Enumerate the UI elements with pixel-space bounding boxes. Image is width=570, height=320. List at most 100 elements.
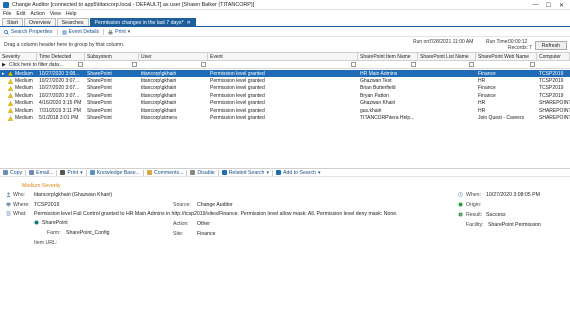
table-cell: SharePoint [87, 85, 112, 92]
table-cell [418, 114, 476, 121]
table-row[interactable]: Medium 7/31/2019 3:11 PM SharePoint titanco… [0, 107, 570, 114]
event-details-button[interactable]: Event Details [62, 29, 99, 35]
filter-button[interactable] [78, 62, 83, 67]
tab-permission-changes[interactable]: Permission changes in the last 7 days* ✕ [89, 18, 196, 26]
window-title: Change Auditor [connected to app5\titanc… [12, 1, 255, 8]
minimize-button[interactable]: — [529, 0, 542, 10]
action-value: Other [197, 221, 210, 227]
when-label: When: [466, 192, 481, 198]
table-cell: SharePoint [87, 92, 112, 99]
maximize-button[interactable]: ☐ [542, 0, 555, 10]
filter-button[interactable] [132, 62, 137, 67]
close-button[interactable]: ✕ [555, 0, 568, 10]
severity-text: Medium [15, 85, 33, 92]
detail-toolbar-label: Email... [36, 169, 54, 176]
filter-button[interactable] [411, 62, 416, 67]
search-properties-label: Search Properties [11, 29, 53, 35]
action-label: Action: [173, 221, 189, 227]
what-value: Permission level Full Control granted to… [34, 211, 398, 217]
menu-view[interactable]: View [50, 11, 61, 17]
facility-label: Facility: [466, 222, 484, 228]
run-on-value: 7/28/2021 11:00 AM [429, 39, 474, 45]
column-header[interactable]: SharePoint Item Name [358, 53, 418, 60]
print-button[interactable]: Print ▾ [108, 29, 130, 35]
menu-edit[interactable]: Edit [16, 11, 25, 17]
menu-file[interactable]: File [3, 11, 11, 17]
table-cell: 10/27/2020 3:07... [39, 85, 80, 92]
chevron-down-icon[interactable]: ▾ [128, 29, 131, 35]
table-cell: Permission level granted [210, 107, 265, 114]
print-label: Print [115, 29, 126, 35]
severity-text: Medium [15, 78, 33, 85]
table-cell: titancorp\gkhairi [141, 85, 177, 92]
table-cell: Bryan Patton [360, 92, 389, 99]
tab-start[interactable]: Start [2, 18, 23, 26]
table-row[interactable]: Medium 10/27/2020 3:07... SharePoint titanc… [0, 85, 570, 92]
severity-label: Medium Severity [22, 183, 61, 189]
severity-text: Medium [15, 70, 33, 77]
table-row[interactable]: Medium 5/1/2018 3:01 PM SharePoint titancor… [0, 114, 570, 121]
related-search-icon [221, 170, 227, 175]
tab-searches[interactable]: Searches [56, 18, 89, 26]
table-cell: Join Quest - Careers [478, 115, 525, 122]
add-to-search-icon [276, 170, 282, 175]
tab-overview[interactable]: Overview [23, 18, 56, 26]
filter-button[interactable] [469, 62, 474, 67]
severity-text: Medium [15, 100, 33, 107]
column-header[interactable]: User [139, 53, 208, 60]
details-icon [62, 30, 67, 34]
copy-button[interactable]: Copy [3, 170, 22, 176]
filter-placeholder[interactable]: Click here to filter data... [7, 61, 127, 68]
chevron-down-icon[interactable]: ▾ [266, 170, 269, 176]
severity-text: Medium [15, 107, 33, 114]
table-cell: HR [478, 107, 486, 114]
who-label: Who: [13, 192, 26, 198]
facility-value: SharePoint Permission [488, 222, 541, 228]
group-by-hint: Drag a column header here to group by th… [4, 42, 125, 48]
print-button[interactable]: Print ▾ [60, 170, 83, 176]
table-cell: TITANCORP\tera Help... [360, 115, 415, 122]
column-header[interactable]: SharePoint Web Name [476, 53, 537, 60]
filter-button[interactable] [530, 62, 535, 67]
disable-button[interactable]: Disable [190, 170, 215, 176]
menu-help[interactable]: Help [66, 11, 77, 17]
search-properties-button[interactable]: Search Properties [4, 29, 53, 35]
comments-button[interactable]: Comments... [146, 170, 183, 176]
filter-button[interactable] [351, 62, 356, 67]
who-value: titancorp\gkhairi (Ghazwan Khairi) [34, 192, 113, 198]
table-row[interactable]: Medium 10/27/2020 3:07... SharePoint titanc… [0, 92, 570, 99]
refresh-button[interactable]: Refresh [535, 41, 567, 50]
chevron-down-icon[interactable]: ▾ [318, 170, 321, 176]
column-header[interactable]: Subsystem [85, 53, 139, 60]
table-row[interactable]: ▸ Medium 10/27/2020 3:08... SharePoint titan… [0, 70, 570, 78]
column-header[interactable]: Severity [0, 53, 37, 60]
subsystem-value: SharePoint [42, 220, 68, 226]
table-cell: titancorp\gkhairi [141, 92, 177, 99]
chevron-down-icon[interactable]: ▾ [80, 170, 83, 176]
records-value: 7 [529, 45, 532, 51]
email-button[interactable]: Email... [29, 170, 53, 176]
column-header[interactable]: Event [208, 53, 358, 60]
menu-action[interactable]: Action [30, 11, 44, 17]
related-search-button[interactable]: Related Search ▾ [221, 170, 269, 176]
result-label: Result: [466, 212, 483, 218]
table-row[interactable]: Medium 4/16/2020 3:15 PM SharePoint titanco… [0, 100, 570, 107]
column-header[interactable]: SharePoint List Name [418, 53, 476, 60]
filter-button[interactable] [201, 62, 206, 67]
group-by-panel[interactable]: Drag a column header here to group by th… [0, 38, 570, 52]
table-cell [418, 70, 476, 77]
comments-icon [146, 170, 152, 175]
table-cell: TCSP2019 [539, 92, 564, 99]
when-value: 10/27/2020 3:08:05 PM [486, 192, 540, 198]
detail-toolbar-label: Copy [10, 169, 23, 176]
knowledge-base-button[interactable]: Knowledge Base... [89, 170, 140, 176]
filter-row[interactable]: ▶ Click here to filter data... [0, 61, 570, 69]
add-to-search-button[interactable]: Add to Search ▾ [276, 170, 321, 176]
column-header[interactable]: Time Detected [37, 53, 85, 60]
tab-label: Overview [28, 19, 51, 26]
table-row[interactable]: Medium 10/27/2020 3:07... SharePoint titanc… [0, 77, 570, 84]
table-cell: Finance [478, 92, 496, 99]
column-header[interactable]: Computer [537, 53, 570, 60]
warning-icon [8, 71, 13, 76]
tab-close-icon[interactable]: ✕ [187, 20, 191, 26]
